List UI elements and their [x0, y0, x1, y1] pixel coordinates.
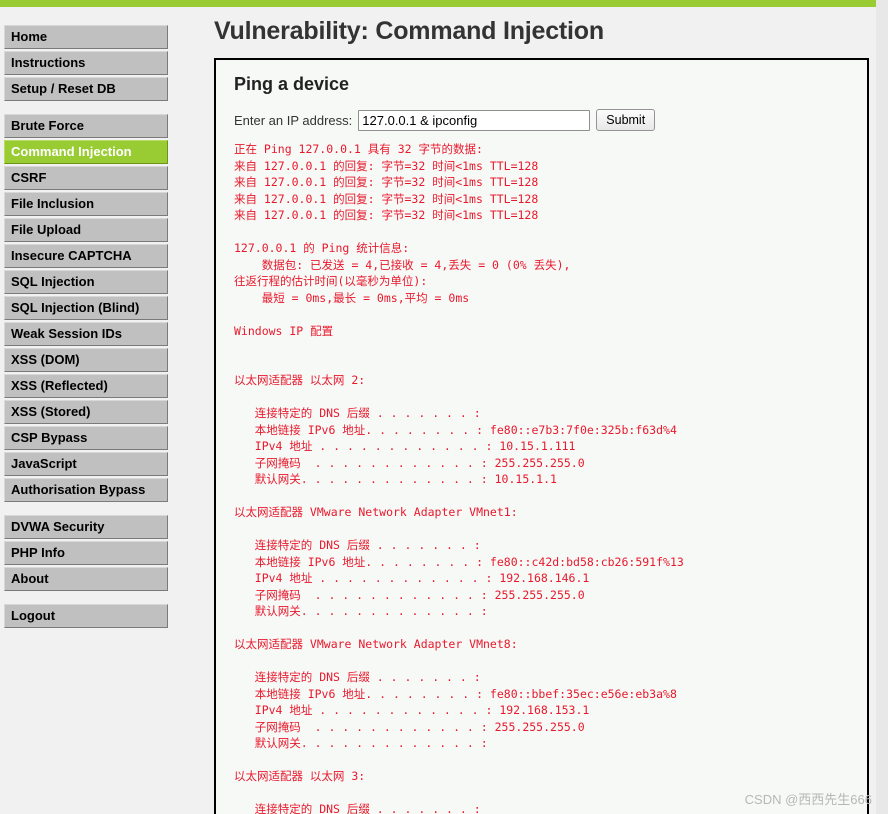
sidebar-item-insecure-captcha[interactable]: Insecure CAPTCHA [4, 244, 168, 268]
ping-form: Enter an IP address: Submit [234, 109, 849, 131]
sidebar-item-brute-force[interactable]: Brute Force [4, 114, 168, 138]
sidebar-item-setup-reset-db[interactable]: Setup / Reset DB [4, 77, 168, 101]
sidebar-item-instructions[interactable]: Instructions [4, 51, 168, 75]
sidebar-item-command-injection[interactable]: Command Injection [4, 140, 168, 164]
page-title: Vulnerability: Command Injection [214, 17, 604, 45]
submit-button[interactable]: Submit [596, 109, 656, 131]
top-accent-bar [0, 0, 876, 7]
sidebar-item-csp-bypass[interactable]: CSP Bypass [4, 426, 168, 450]
sidebar-item-file-inclusion[interactable]: File Inclusion [4, 192, 168, 216]
sidebar-item-xss-dom[interactable]: XSS (DOM) [4, 348, 168, 372]
nav-group-meta: DVWA Security PHP Info About [4, 515, 168, 591]
sidebar-item-dvwa-security[interactable]: DVWA Security [4, 515, 168, 539]
nav-divider-1 [4, 103, 168, 114]
main-navigation: Home Instructions Setup / Reset DB Brute… [4, 25, 168, 630]
sidebar-item-sql-injection-blind[interactable]: SQL Injection (Blind) [4, 296, 168, 320]
nav-group-session: Logout [4, 604, 168, 628]
ip-address-input[interactable] [358, 109, 591, 131]
right-margin-strip [876, 0, 888, 814]
sidebar-item-csrf[interactable]: CSRF [4, 166, 168, 190]
sidebar-item-sql-injection[interactable]: SQL Injection [4, 270, 168, 294]
sidebar-item-javascript[interactable]: JavaScript [4, 452, 168, 476]
sidebar-item-about[interactable]: About [4, 567, 168, 591]
sidebar-item-file-upload[interactable]: File Upload [4, 218, 168, 242]
nav-group-general: Home Instructions Setup / Reset DB [4, 25, 168, 101]
ip-address-label: Enter an IP address: [234, 112, 353, 128]
sidebar-item-xss-reflected[interactable]: XSS (Reflected) [4, 374, 168, 398]
sidebar-item-weak-session-ids[interactable]: Weak Session IDs [4, 322, 168, 346]
sidebar-item-xss-stored[interactable]: XSS (Stored) [4, 400, 168, 424]
sidebar-item-php-info[interactable]: PHP Info [4, 541, 168, 565]
section-title: Ping a device [234, 74, 350, 94]
nav-divider-3 [4, 593, 168, 604]
nav-divider-2 [4, 504, 168, 515]
main-content: Vulnerability: Command Injection Ping a … [208, 7, 872, 814]
sidebar-item-logout[interactable]: Logout [4, 604, 168, 628]
sidebar-item-home[interactable]: Home [4, 25, 168, 49]
command-output: 正在 Ping 127.0.0.1 具有 32 字节的数据: 来自 127.0.… [234, 142, 684, 814]
vulnerability-panel: Ping a device Enter an IP address: Submi… [214, 58, 869, 814]
nav-group-vulnerabilities: Brute Force Command Injection CSRF File … [4, 114, 168, 502]
dvwa-page: Home Instructions Setup / Reset DB Brute… [0, 0, 888, 814]
sidebar-item-authorisation-bypass[interactable]: Authorisation Bypass [4, 478, 168, 502]
